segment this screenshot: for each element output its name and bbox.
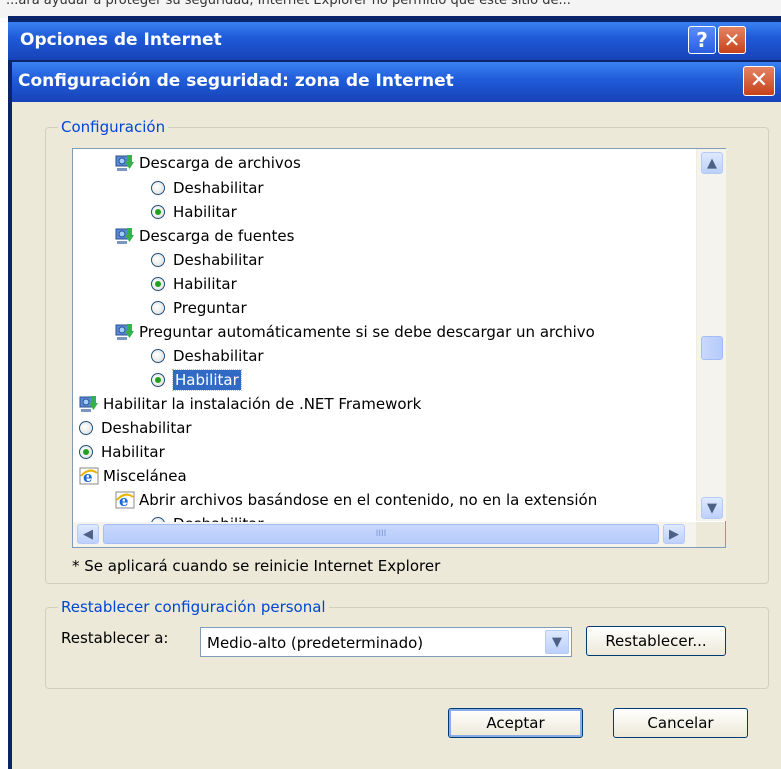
radio-checked[interactable] bbox=[151, 372, 165, 387]
setting-option[interactable]: Habilitar bbox=[151, 271, 237, 295]
restart-note: * Se aplicará cuando se reinicie Interne… bbox=[72, 557, 441, 575]
cancel-button[interactable]: Cancelar bbox=[613, 708, 748, 738]
reset-level-select[interactable]: Medio-alto (predeterminado) ▼ bbox=[200, 627, 572, 657]
chevron-down-icon[interactable]: ▼ bbox=[545, 630, 569, 654]
radio-unchecked[interactable] bbox=[151, 180, 165, 195]
setting-option[interactable]: Deshabilitar bbox=[79, 415, 192, 439]
reset-to-label: Restablecer a: bbox=[61, 629, 169, 647]
scroll-left-icon[interactable]: ◀ bbox=[77, 524, 99, 544]
setting-option[interactable]: Habilitar bbox=[151, 199, 237, 223]
vertical-scroll-thumb[interactable] bbox=[701, 336, 723, 360]
radio-checked[interactable] bbox=[151, 204, 165, 219]
radio-unchecked[interactable] bbox=[79, 420, 93, 435]
setting-category[interactable]: e Abrir archivos basándose en el contenid… bbox=[115, 487, 597, 511]
reset-button[interactable]: Restablecer... bbox=[586, 626, 726, 656]
setting-category-label: Descarga de fuentes bbox=[139, 226, 295, 245]
dialog-titlebar: Configuración de seguridad: zona de Inte… bbox=[12, 62, 781, 102]
setting-option-label: Deshabilitar bbox=[173, 346, 264, 365]
setting-option[interactable]: Preguntar bbox=[151, 295, 247, 319]
scrollbar-corner bbox=[696, 522, 725, 547]
setting-option-label: Habilitar bbox=[172, 368, 242, 391]
radio-unchecked[interactable] bbox=[151, 300, 165, 315]
dialog-title: Configuración de seguridad: zona de Inte… bbox=[18, 71, 454, 91]
setting-category-label: Descarga de archivos bbox=[139, 153, 301, 172]
setting-category[interactable]: Descarga de archivos bbox=[115, 150, 301, 174]
outer-window-titlebar: Opciones de Internet bbox=[8, 22, 781, 60]
internet-explorer-icon: e bbox=[79, 467, 99, 486]
setting-option-label: Deshabilitar bbox=[173, 178, 264, 197]
internet-explorer-icon: e bbox=[115, 491, 135, 510]
scroll-up-icon[interactable]: ▲ bbox=[701, 152, 723, 174]
setting-option[interactable]: Deshabilitar bbox=[151, 247, 264, 271]
download-settings-icon bbox=[79, 395, 99, 413]
outer-close-icon[interactable]: ✕ bbox=[718, 26, 746, 54]
download-settings-icon bbox=[115, 227, 135, 245]
setting-category-label: Miscelánea bbox=[103, 466, 187, 485]
settings-listbox[interactable]: Descarga de archivos Deshabilitar Habilita… bbox=[72, 148, 726, 548]
vertical-scrollbar[interactable]: ▲ ▼ bbox=[696, 149, 726, 521]
reset-group-legend: Restablecer configuración personal bbox=[58, 598, 329, 616]
setting-option-label: Habilitar bbox=[173, 202, 237, 221]
setting-category[interactable]: e Miscelánea bbox=[79, 463, 187, 487]
setting-category-label: Habilitar la instalación de .NET Framewo… bbox=[103, 394, 422, 413]
scroll-right-icon[interactable]: ▶ bbox=[663, 524, 685, 544]
setting-category[interactable]: Descarga de fuentes bbox=[115, 223, 294, 247]
setting-category-label: Abrir archivos basándose en el contenido… bbox=[139, 490, 598, 509]
setting-option[interactable]: Habilitar bbox=[79, 439, 165, 463]
setting-option-label: Habilitar bbox=[173, 274, 237, 293]
radio-checked[interactable] bbox=[151, 276, 165, 291]
setting-option-label: Habilitar bbox=[101, 442, 165, 461]
setting-option-label: Deshabilitar bbox=[101, 418, 192, 437]
setting-category-label: Preguntar automáticamente si se debe des… bbox=[139, 322, 595, 341]
ok-button[interactable]: Aceptar bbox=[448, 708, 583, 738]
download-settings-icon bbox=[115, 154, 135, 172]
setting-option[interactable]: Deshabilitar bbox=[151, 175, 264, 199]
setting-option-label: Preguntar bbox=[173, 298, 247, 317]
download-settings-icon bbox=[115, 323, 135, 341]
radio-unchecked[interactable] bbox=[151, 348, 165, 363]
dialog-close-icon[interactable]: ✕ bbox=[743, 66, 775, 96]
settings-group-legend: Configuración bbox=[58, 118, 169, 136]
help-button[interactable]: ? bbox=[688, 26, 716, 54]
setting-category[interactable]: Habilitar la instalación de .NET Framewo… bbox=[79, 391, 421, 415]
setting-option[interactable]: Habilitar bbox=[151, 367, 242, 391]
setting-category[interactable]: Preguntar automáticamente si se debe des… bbox=[115, 319, 595, 343]
reset-level-value: Medio-alto (predeterminado) bbox=[207, 634, 424, 652]
radio-unchecked[interactable] bbox=[151, 252, 165, 267]
setting-option-label: Deshabilitar bbox=[173, 250, 264, 269]
scroll-down-icon[interactable]: ▼ bbox=[701, 497, 723, 519]
outer-window-title: Opciones de Internet bbox=[20, 30, 222, 50]
horizontal-scroll-thumb[interactable]: IIII bbox=[103, 524, 659, 544]
setting-option[interactable]: Deshabilitar bbox=[151, 343, 264, 367]
horizontal-scrollbar[interactable]: ◀ IIII ▶ bbox=[73, 522, 696, 547]
radio-checked[interactable] bbox=[79, 444, 93, 459]
